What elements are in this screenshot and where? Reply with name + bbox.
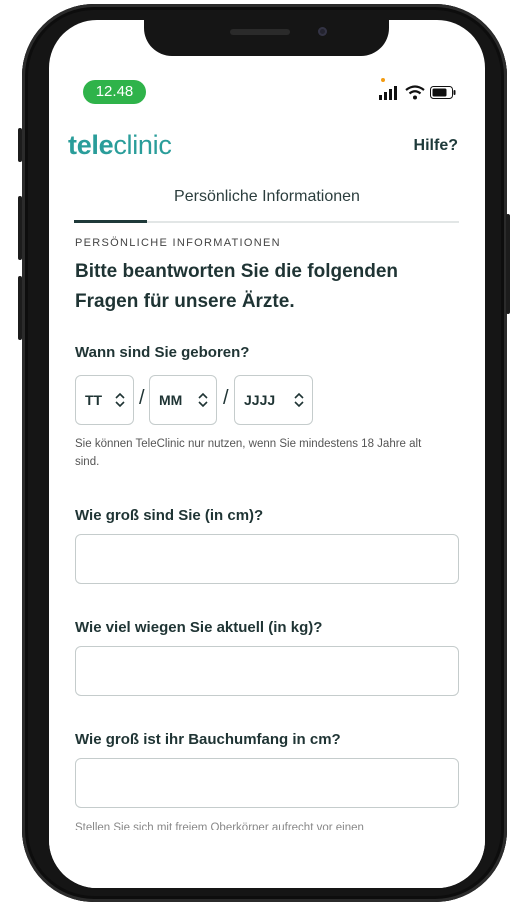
notch bbox=[144, 20, 389, 56]
wifi-icon bbox=[405, 85, 425, 100]
status-time: 12.48 bbox=[83, 80, 146, 104]
section-eyebrow: PERSÖNLICHE INFORMATIONEN bbox=[75, 237, 281, 249]
birthdate-selector: TT / MM / JJJJ bbox=[75, 375, 375, 427]
power-button bbox=[506, 214, 510, 314]
volume-up-button bbox=[18, 196, 22, 260]
tab-personal-information[interactable]: Persönliche Informationen bbox=[49, 188, 485, 206]
height-input[interactable] bbox=[75, 534, 459, 584]
waist-question: Wie groß ist ihr Bauchumfang in cm? bbox=[75, 731, 341, 748]
date-separator-1: / bbox=[139, 387, 145, 409]
app-screen: 12.48 teleclinic Hilfe? Persönliche Info… bbox=[49, 20, 485, 888]
volume-down-button bbox=[18, 276, 22, 340]
year-select[interactable]: JJJJ bbox=[234, 375, 313, 425]
battery-icon bbox=[430, 86, 456, 99]
month-select[interactable]: MM bbox=[149, 375, 217, 425]
age-hint: Sie können TeleClinic nur nutzen, wenn S… bbox=[75, 438, 422, 468]
day-chevron-icon bbox=[115, 392, 125, 408]
logo-regular-part: clinic bbox=[113, 130, 172, 160]
speaker bbox=[230, 29, 290, 35]
waist-input[interactable] bbox=[75, 758, 459, 808]
logo-bold-part: tele bbox=[68, 130, 114, 160]
status-icons bbox=[379, 78, 459, 104]
weight-input[interactable] bbox=[75, 646, 459, 696]
teleclinic-logo[interactable]: teleclinic bbox=[68, 130, 172, 161]
cellular-signal-icon bbox=[379, 86, 397, 100]
mute-switch bbox=[18, 128, 22, 162]
camera bbox=[318, 27, 327, 36]
weight-question: Wie viel wiegen Sie aktuell (in kg)? bbox=[75, 619, 323, 636]
year-chevron-icon bbox=[294, 392, 304, 408]
year-select-value: JJJJ bbox=[244, 392, 276, 408]
day-select-value: TT bbox=[85, 392, 103, 408]
privacy-indicator-icon bbox=[381, 78, 385, 82]
birthdate-question: Wann sind Sie geboren? bbox=[75, 344, 250, 361]
month-select-value: MM bbox=[159, 392, 183, 408]
page-title: Bitte beantworten Sie die folgenden Frag… bbox=[75, 261, 399, 312]
month-chevron-icon bbox=[198, 392, 208, 408]
bottom-fade bbox=[49, 830, 485, 888]
date-separator-2: / bbox=[223, 387, 229, 409]
progress-indicator bbox=[74, 220, 147, 223]
day-select[interactable]: TT bbox=[75, 375, 134, 425]
help-link[interactable]: Hilfe? bbox=[414, 137, 458, 155]
height-question: Wie groß sind Sie (in cm)? bbox=[75, 507, 264, 524]
